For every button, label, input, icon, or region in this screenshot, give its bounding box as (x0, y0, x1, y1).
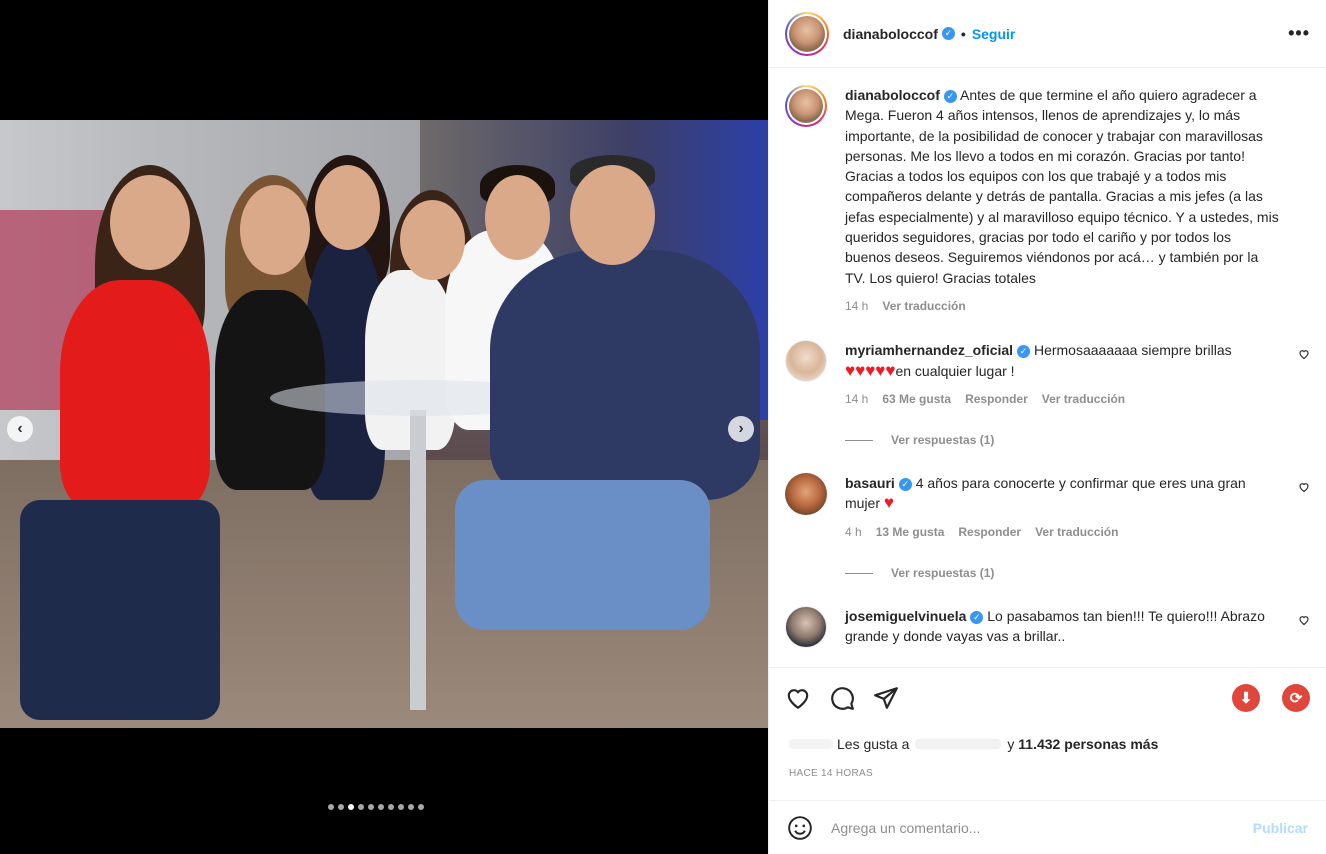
comment-time: 14 h (845, 391, 869, 406)
comment-translate-link[interactable]: Ver traducción (1035, 522, 1118, 542)
verified-icon: ✓ (898, 477, 912, 491)
carousel-next-button[interactable]: › (728, 416, 754, 442)
follow-button[interactable]: Seguir (972, 26, 1016, 42)
more-options-icon[interactable]: ••• (1288, 23, 1310, 44)
comment-text: Hermosaaaaaaa siempre brillas (1033, 342, 1232, 359)
post-header: dianaboloccof ✓ • Seguir ••• (769, 0, 1326, 68)
heart-emoji: ♥ (883, 493, 894, 513)
carousel-dot[interactable] (418, 804, 424, 810)
carousel-dot[interactable] (368, 804, 374, 810)
post-actions: ⬇ ⟳ (769, 667, 1326, 727)
like-comment-icon[interactable] (1298, 481, 1310, 493)
comment-text-after: en cualquier lugar ! (895, 362, 1015, 379)
refresh-icon[interactable]: ⟳ (1282, 683, 1310, 712)
post-photo[interactable] (0, 120, 768, 728)
download-icon[interactable]: ⬇ (1232, 683, 1260, 712)
post-media: ‹ › (0, 0, 768, 854)
like-comment-icon[interactable] (1298, 614, 1310, 626)
publish-button[interactable]: Publicar (1253, 820, 1308, 836)
verified-icon: ✓ (1017, 345, 1031, 359)
photo-person-legs (20, 500, 220, 720)
verified-icon: ✓ (941, 27, 955, 40)
share-icon[interactable] (873, 685, 899, 711)
comment-username[interactable]: basauri (845, 475, 895, 491)
photo-person-legs (455, 480, 710, 630)
like-icon[interactable] (785, 685, 811, 711)
photo-person (490, 250, 760, 500)
caption-username[interactable]: dianaboloccof (845, 87, 940, 103)
photo-person (60, 280, 210, 510)
carousel-dot[interactable] (388, 804, 394, 810)
carousel-dot[interactable] (398, 804, 404, 810)
carousel-dot[interactable] (348, 804, 354, 810)
likes-count[interactable]: 11.432 personas más (1018, 736, 1158, 752)
carousel-prev-button[interactable]: ‹ (7, 416, 33, 442)
caption: dianaboloccof ✓ Antes de que termine el a… (785, 85, 1310, 316)
like-comment-icon[interactable] (1298, 348, 1310, 360)
emoji-icon[interactable] (787, 815, 813, 841)
redacted-user (789, 739, 833, 749)
comment-icon[interactable] (829, 685, 855, 711)
caption-translate-link[interactable]: Ver traducción (882, 296, 965, 316)
photo-table-leg (410, 410, 426, 710)
photo-face (570, 165, 655, 265)
comment-avatar[interactable] (785, 473, 827, 516)
comment-item: josemiguelvinuela ✓ Lo pasabamos tan bien… (785, 606, 1310, 649)
comment-time: 4 h (845, 524, 862, 539)
photo-face (315, 165, 380, 250)
view-replies-button[interactable]: Ver respuestas (1) (845, 433, 1310, 447)
post-sidebar: dianaboloccof ✓ • Seguir ••• dianabolocc… (768, 0, 1326, 854)
caption-avatar[interactable] (785, 85, 827, 127)
comment-composer: Publicar (769, 800, 1326, 854)
likes-conjunction: y (1007, 736, 1015, 752)
likes-prefix: Les gusta a (837, 736, 910, 752)
view-replies-button[interactable]: Ver respuestas (1) (845, 566, 1310, 580)
carousel-dot[interactable] (408, 804, 414, 810)
carousel-dots (328, 804, 424, 810)
caption-text: Antes de que termine el año quiero agrad… (845, 87, 1279, 286)
carousel-dot[interactable] (378, 804, 384, 810)
heart-emoji: ♥♥♥♥♥ (845, 360, 896, 380)
redacted-user (915, 739, 1002, 749)
author-avatar[interactable] (785, 11, 829, 56)
comment-input[interactable] (831, 819, 1253, 836)
carousel-dot[interactable] (328, 804, 334, 810)
comments-list[interactable]: dianaboloccof ✓ Antes de que termine el a… (769, 69, 1326, 666)
verified-icon: ✓ (943, 89, 957, 103)
comment-translate-link[interactable]: Ver traducción (1042, 389, 1125, 409)
comment-username[interactable]: myriamhernandez_oficial (845, 342, 1013, 358)
comment-avatar[interactable] (785, 340, 827, 383)
author-username[interactable]: dianaboloccof (843, 26, 938, 42)
separator-dot: • (960, 25, 966, 42)
post-timestamp: HACE 14 HORAS (789, 768, 873, 779)
likes-summary[interactable]: Les gusta a y 11.432 personas más (789, 736, 1158, 752)
photo-face (110, 175, 190, 270)
verified-icon: ✓ (970, 610, 984, 624)
photo-face (485, 175, 550, 260)
comment-likes[interactable]: 63 Me gusta (882, 389, 951, 409)
carousel-dot[interactable] (358, 804, 364, 810)
comment-username[interactable]: josemiguelvinuela (845, 608, 966, 624)
comment-item: myriamhernandez_oficial ✓ Hermosaaaaaaa s… (785, 340, 1310, 409)
comment-reply-link[interactable]: Responder (958, 522, 1021, 542)
photo-face (400, 200, 465, 280)
comment-likes[interactable]: 13 Me gusta (876, 522, 945, 542)
photo-face (240, 185, 310, 275)
carousel-dot[interactable] (338, 804, 344, 810)
caption-time: 14 h (845, 298, 869, 313)
avatar-image (789, 15, 825, 52)
comment-avatar[interactable] (785, 606, 827, 649)
comment-item: basauri ✓ 4 años para conocerte y confirm… (785, 473, 1310, 542)
comment-reply-link[interactable]: Responder (965, 389, 1028, 409)
